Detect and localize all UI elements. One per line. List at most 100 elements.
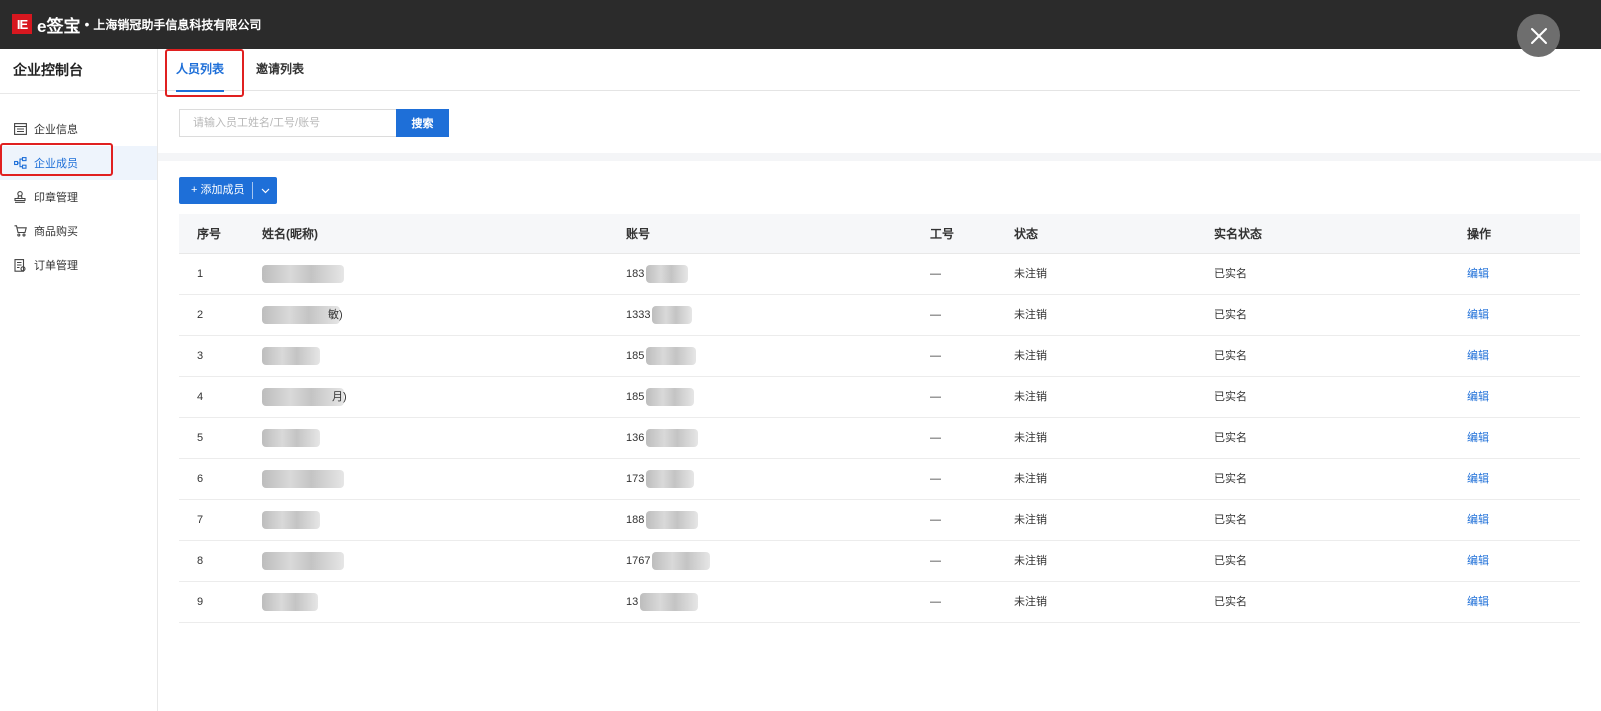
table-row: 7 188 — 未注销 已实名 编辑 [179,500,1580,541]
sidebar-item-purchase[interactable]: 商品购买 [0,214,157,248]
top-bar: IE e签宝 • 上海销冠助手信息科技有限公司 [0,0,1601,49]
cell-employee-no: — [930,350,941,362]
tab-member-list[interactable]: 人员列表 [176,49,225,92]
edit-link[interactable]: 编辑 [1467,377,1489,417]
table-body: 1 183— 未注销 已实名 编辑 2 敏) 1333— 未注销 已实名 编辑 3 185— 未注销 已实名… [179,254,1580,623]
table-row: 3 185 — 未注销 已实名 编辑 [179,336,1580,377]
cell-status: 未注销 [1014,391,1047,403]
cell-seq: 9 [197,596,204,608]
cell-status: 未注销 [1014,268,1047,280]
edit-link[interactable]: 编辑 [1467,582,1489,622]
edit-link[interactable]: 编辑 [1467,418,1489,458]
cell-employee-no: — [930,473,941,485]
cell-realname-status: 已实名 [1214,473,1247,485]
column-header-seq: 序号 [197,227,222,241]
sidebar-item-enterprise-info[interactable]: 企业信息 [0,112,157,146]
redacted-account [646,470,695,488]
cell-seq: 2 [197,309,204,321]
edit-link[interactable]: 编辑 [1467,459,1489,499]
search-button[interactable]: 搜索 [396,109,449,137]
cell-name [262,254,344,294]
cell-account: 136 [626,418,699,458]
add-member-button[interactable]: + 添加成员 [179,177,278,204]
table-row: 4 月) 185 — 未注销 已实名 编辑 [179,377,1580,418]
redacted-account [652,552,711,570]
company-name: 上海销冠助手信息科技有限公司 [93,17,262,32]
sidebar-item-enterprise-members[interactable]: 企业成员 [0,146,157,180]
cell-status: 未注销 [1014,596,1047,608]
cell-realname-status: 已实名 [1214,309,1247,321]
account-prefix: 1333 [626,309,651,321]
sidebar-item-orders[interactable]: 订单管理 [0,248,157,282]
sidebar-item-label: 企业信息 [34,124,78,136]
cell-employee-no: — [930,514,941,526]
sidebar-item-label: 企业成员 [34,158,78,170]
cell-status: 未注销 [1014,350,1047,362]
search-input[interactable] [179,109,396,137]
sidebar-item-label: 订单管理 [34,260,78,272]
cell-name [262,500,320,540]
close-button[interactable] [1517,14,1560,57]
column-header-account: 账号 [626,227,651,241]
seal-stamp-icon [13,190,27,204]
redacted-name [262,552,344,570]
account-prefix: 188 [626,514,645,526]
cell-name [262,418,320,458]
cell-account: 185 [626,377,695,417]
redacted-name [262,347,320,365]
sidebar-title: 企业控制台 [0,49,157,94]
edit-link[interactable]: 编辑 [1467,336,1489,376]
cell-account: 185 [626,336,697,376]
account-prefix: 13 [626,596,639,608]
cell-realname-status: 已实名 [1214,514,1247,526]
building-info-icon [13,122,27,136]
sidebar-item-label: 商品购买 [34,226,78,238]
sidebar-menu: 企业信息 企业成员 印章管理 商品购买 订单管理 [0,112,157,282]
cell-account: 1333 [626,295,693,335]
account-prefix: 136 [626,432,645,444]
table-row: 2 敏) 1333 — 未注销 已实名 编辑 [179,295,1580,336]
cell-realname-status: 已实名 [1214,555,1247,567]
tab-invite-list[interactable]: 邀请列表 [256,49,304,91]
edit-link[interactable]: 编辑 [1467,295,1489,335]
cell-employee-no: — [930,309,941,321]
cell-name [262,582,318,622]
account-prefix: 185 [626,391,645,403]
cell-status: 未注销 [1014,514,1047,526]
edit-link[interactable]: 编辑 [1467,541,1489,581]
add-member-dropdown[interactable] [253,177,277,204]
name-visible-text: 月) [332,391,347,403]
main-content: 人员列表 邀请列表 搜索 + 添加成员 序号 姓名(昵称) 账号 工号 状态 实… [158,49,1601,711]
column-header-name: 姓名(昵称) [262,227,318,241]
cell-realname-status: 已实名 [1214,268,1247,280]
cell-name [262,459,344,499]
table-row: 8 1767 — 未注销 已实名 编辑 [179,541,1580,582]
redacted-name [262,265,344,283]
cell-account: 1767 [626,541,711,581]
edit-link[interactable]: 编辑 [1467,254,1489,294]
sidebar-item-label: 印章管理 [34,192,78,204]
account-prefix: 1767 [626,555,651,567]
redacted-name [262,511,320,529]
table-row: 5 136 — 未注销 已实名 编辑 [179,418,1580,459]
edit-link[interactable]: 编辑 [1467,500,1489,540]
member-table: 序号 姓名(昵称) 账号 工号 状态 实名状态 操作 1 183— 未注销 已实名 编辑… [179,214,1580,623]
cell-seq: 3 [197,350,204,362]
table-row: 9 13 — 未注销 已实名 编辑 [179,582,1580,623]
cell-seq: 6 [197,473,204,485]
order-doc-icon [13,258,27,272]
redacted-name [262,470,344,488]
add-member-label[interactable]: + 添加成员 [179,177,252,204]
redacted-account [646,347,697,365]
cell-realname-status: 已实名 [1214,350,1247,362]
table-row: 1 183 — 未注销 已实名 编辑 [179,254,1580,295]
redacted-account [646,429,699,447]
cell-seq: 7 [197,514,204,526]
chevron-down-icon [261,188,270,193]
sidebar-item-seal-management[interactable]: 印章管理 [0,180,157,214]
esign-logo-icon: IE [12,14,32,34]
column-header-realname-status: 实名状态 [1214,227,1263,241]
cell-seq: 1 [197,268,204,280]
cell-seq: 4 [197,391,204,403]
cell-account: 188 [626,500,699,540]
